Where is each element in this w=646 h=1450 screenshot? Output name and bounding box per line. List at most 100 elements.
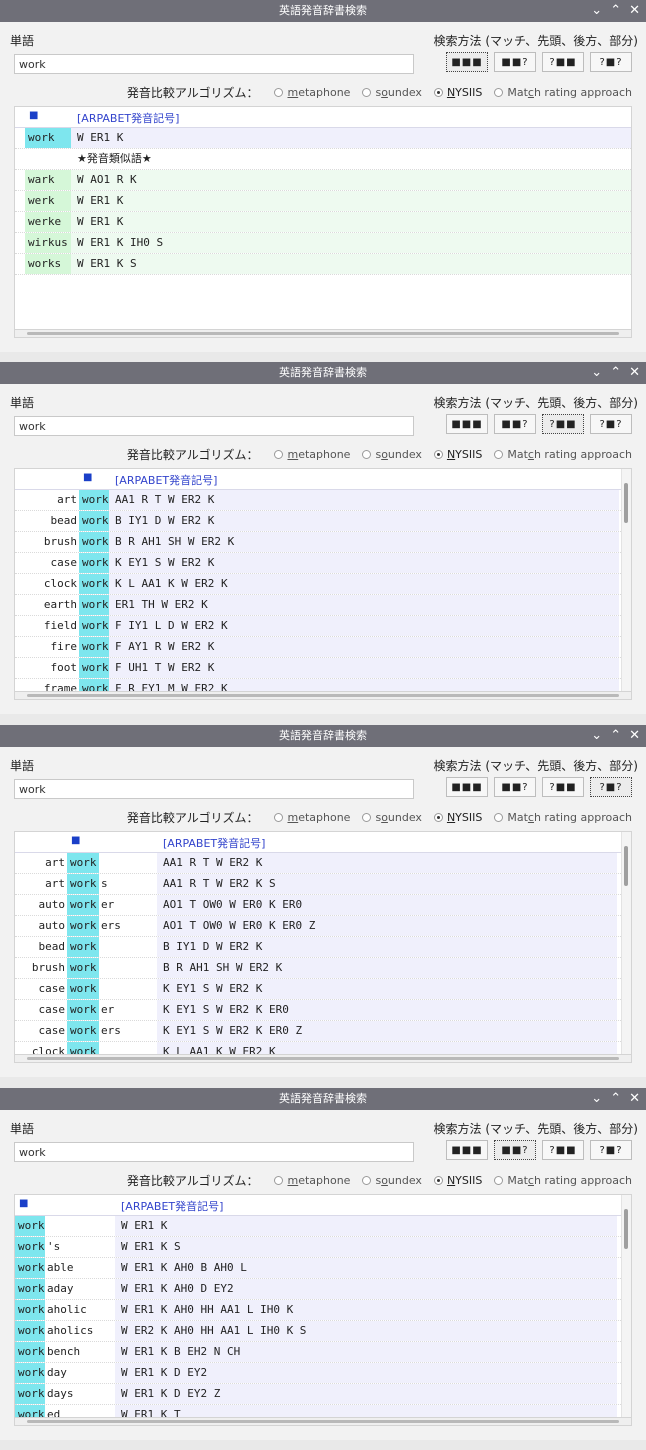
table-row[interactable]: bead work B IY1 D W ER2 K xyxy=(15,937,631,958)
radio-nysiis[interactable]: NYSIIS xyxy=(433,86,482,99)
table-row[interactable]: art work AA1 R T W ER2 K xyxy=(15,490,631,511)
vertical-scrollbar[interactable] xyxy=(621,469,631,699)
table-row[interactable]: foot work F UH1 T W ER2 K xyxy=(15,658,631,679)
table-row[interactable]: work day W ER1 K D EY2 xyxy=(15,1363,631,1384)
table-row[interactable]: werk W ER1 K xyxy=(15,191,631,212)
table-row[interactable]: case work ers K EY1 S W ER2 K ER0 Z xyxy=(15,1021,631,1042)
vertical-scrollbar[interactable] xyxy=(621,1195,631,1425)
table-row[interactable]: clock work K L AA1 K W ER2 K xyxy=(15,574,631,595)
table-row[interactable]: case work K EY1 S W ER2 K xyxy=(15,979,631,1000)
table-row[interactable]: work's W ER1 K S xyxy=(15,1237,631,1258)
maximize-icon[interactable]: ⌃ xyxy=(610,362,621,384)
table-row[interactable]: wark W AO1 R K xyxy=(15,170,631,191)
horizontal-scroll-thumb[interactable] xyxy=(27,1420,619,1423)
table-row[interactable]: work aholic W ER1 K AH0 HH AA1 L IH0 K xyxy=(15,1300,631,1321)
horizontal-scroll-thumb[interactable] xyxy=(27,694,619,697)
table-row[interactable]: art work s AA1 R T W ER2 K S xyxy=(15,874,631,895)
word-input[interactable] xyxy=(14,779,414,799)
search-method-button-3[interactable]: ?■■ xyxy=(542,1140,584,1160)
radio-soundex[interactable]: soundex xyxy=(362,1174,422,1187)
table-row[interactable]: field work F IY1 L D W ER2 K xyxy=(15,616,631,637)
search-method-button-1[interactable]: ■■■ xyxy=(446,414,488,434)
table-row[interactable]: brush work B R AH1 SH W ER2 K xyxy=(15,532,631,553)
vertical-scroll-thumb[interactable] xyxy=(624,846,628,886)
title-bar[interactable]: 英語発音辞書検索 ⌄ ⌃ ✕ xyxy=(0,362,646,384)
table-row[interactable]: earth work ER1 TH W ER2 K xyxy=(15,595,631,616)
search-method-button-2[interactable]: ■■? xyxy=(494,1140,536,1160)
radio-metaphone[interactable]: metaphone xyxy=(274,1174,350,1187)
radio-metaphone[interactable]: metaphone xyxy=(274,86,350,99)
search-method-button-1[interactable]: ■■■ xyxy=(446,1140,488,1160)
radio-nysiis[interactable]: NYSIIS xyxy=(433,1174,482,1187)
search-method-button-1[interactable]: ■■■ xyxy=(446,52,488,72)
search-method-button-1[interactable]: ■■■ xyxy=(446,777,488,797)
close-icon[interactable]: ✕ xyxy=(629,362,640,384)
table-row[interactable]: works W ER1 K S xyxy=(15,254,631,275)
table-row[interactable]: work aholics W ER2 K AH0 HH AA1 L IH0 K S xyxy=(15,1321,631,1342)
title-bar[interactable]: 英語発音辞書検索 ⌄ ⌃ ✕ xyxy=(0,1088,646,1110)
table-row[interactable]: work aday W ER1 K AH0 D EY2 xyxy=(15,1279,631,1300)
search-method-button-4[interactable]: ?■? xyxy=(590,777,632,797)
results-table[interactable]: ■ [ARPABET発音記号] work W ER1 Kwork's W ER1 K S… xyxy=(14,1194,632,1426)
results-table[interactable]: ■ [ARPABET発音記号] work W ER1 K ★発音類似語★ wark W AO… xyxy=(14,106,632,338)
horizontal-scrollbar[interactable] xyxy=(14,1054,632,1063)
radio-match-rating-approach[interactable]: Match rating approach xyxy=(494,1174,632,1187)
radio-soundex[interactable]: soundex xyxy=(362,811,422,824)
table-row[interactable]: case work K EY1 S W ER2 K xyxy=(15,553,631,574)
table-row[interactable]: bead work B IY1 D W ER2 K xyxy=(15,511,631,532)
search-method-button-2[interactable]: ■■? xyxy=(494,52,536,72)
table-row[interactable]: work bench W ER1 K B EH2 N CH xyxy=(15,1342,631,1363)
horizontal-scrollbar[interactable] xyxy=(14,691,632,700)
close-icon[interactable]: ✕ xyxy=(629,0,640,22)
results-table[interactable]: ■ [ARPABET発音記号] art work AA1 R T W ER2 Kart w… xyxy=(14,831,632,1063)
table-row[interactable]: art work AA1 R T W ER2 K xyxy=(15,853,631,874)
search-method-button-2[interactable]: ■■? xyxy=(494,414,536,434)
table-row[interactable]: work W ER1 K xyxy=(15,128,631,149)
search-method-button-3[interactable]: ?■■ xyxy=(542,414,584,434)
horizontal-scroll-thumb[interactable] xyxy=(27,332,619,335)
vertical-scroll-thumb[interactable] xyxy=(624,1209,628,1249)
search-method-button-4[interactable]: ?■? xyxy=(590,1140,632,1160)
table-row[interactable]: case work er K EY1 S W ER2 K ER0 xyxy=(15,1000,631,1021)
radio-nysiis[interactable]: NYSIIS xyxy=(433,811,482,824)
horizontal-scrollbar[interactable] xyxy=(14,1417,632,1426)
table-row[interactable]: wirkus W ER1 K IH0 S xyxy=(15,233,631,254)
results-table[interactable]: ■ [ARPABET発音記号] art work AA1 R T W ER2 Kbead… xyxy=(14,468,632,700)
vertical-scrollbar[interactable] xyxy=(621,832,631,1062)
title-bar[interactable]: 英語発音辞書検索 ⌄ ⌃ ✕ xyxy=(0,725,646,747)
table-row[interactable]: auto work er AO1 T OW0 W ER0 K ER0 xyxy=(15,895,631,916)
minimize-icon[interactable]: ⌄ xyxy=(591,1088,602,1110)
search-method-button-4[interactable]: ?■? xyxy=(590,414,632,434)
horizontal-scroll-thumb[interactable] xyxy=(27,1057,619,1060)
radio-metaphone[interactable]: metaphone xyxy=(274,811,350,824)
table-row[interactable]: work W ER1 K xyxy=(15,1216,631,1237)
search-method-button-3[interactable]: ?■■ xyxy=(542,52,584,72)
vertical-scroll-thumb[interactable] xyxy=(624,483,628,523)
radio-soundex[interactable]: soundex xyxy=(362,448,422,461)
maximize-icon[interactable]: ⌃ xyxy=(610,0,621,22)
table-row[interactable]: werke W ER1 K xyxy=(15,212,631,233)
search-method-button-3[interactable]: ?■■ xyxy=(542,777,584,797)
table-row[interactable]: work days W ER1 K D EY2 Z xyxy=(15,1384,631,1405)
word-input[interactable] xyxy=(14,416,414,436)
radio-nysiis[interactable]: NYSIIS xyxy=(433,448,482,461)
radio-match-rating-approach[interactable]: Match rating approach xyxy=(494,811,632,824)
table-row[interactable]: fire work F AY1 R W ER2 K xyxy=(15,637,631,658)
horizontal-scrollbar[interactable] xyxy=(14,329,632,338)
table-row[interactable]: ★発音類似語★ xyxy=(15,149,631,170)
maximize-icon[interactable]: ⌃ xyxy=(610,1088,621,1110)
table-row[interactable]: auto work ers AO1 T OW0 W ER0 K ER0 Z xyxy=(15,916,631,937)
word-input[interactable] xyxy=(14,54,414,74)
search-method-button-4[interactable]: ?■? xyxy=(590,52,632,72)
table-row[interactable]: brush work B R AH1 SH W ER2 K xyxy=(15,958,631,979)
minimize-icon[interactable]: ⌄ xyxy=(591,362,602,384)
minimize-icon[interactable]: ⌄ xyxy=(591,0,602,22)
word-input[interactable] xyxy=(14,1142,414,1162)
minimize-icon[interactable]: ⌄ xyxy=(591,725,602,747)
radio-soundex[interactable]: soundex xyxy=(362,86,422,99)
maximize-icon[interactable]: ⌃ xyxy=(610,725,621,747)
table-row[interactable]: work able W ER1 K AH0 B AH0 L xyxy=(15,1258,631,1279)
search-method-button-2[interactable]: ■■? xyxy=(494,777,536,797)
close-icon[interactable]: ✕ xyxy=(629,1088,640,1110)
title-bar[interactable]: 英語発音辞書検索 ⌄ ⌃ ✕ xyxy=(0,0,646,22)
